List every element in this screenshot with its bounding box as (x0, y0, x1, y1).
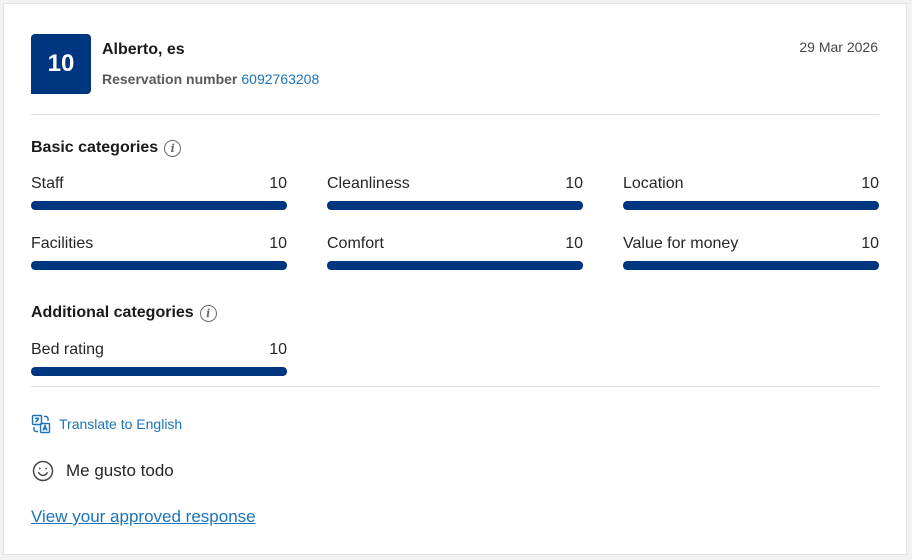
basic-categories-title: Basic categories i (31, 139, 182, 157)
category-bar (31, 261, 287, 270)
category-value: 10 (861, 235, 879, 252)
category-bed-rating: Bed rating 10 (31, 341, 287, 376)
reservation-info: Reservation number 6092763208 (102, 71, 319, 87)
category-staff: Staff 10 (31, 175, 287, 210)
review-comment: Me gusto todo (32, 460, 174, 482)
score-badge: 10 (31, 34, 91, 94)
review-card: 10 Alberto, es Reservation number 6092763… (3, 3, 907, 555)
translate-icon (31, 414, 51, 434)
category-bar-fill (31, 367, 287, 376)
category-location: Location 10 (623, 175, 879, 210)
category-bar (623, 261, 879, 270)
info-icon[interactable]: i (164, 139, 182, 157)
category-bar (327, 261, 583, 270)
category-label: Value for money (623, 235, 739, 252)
category-bar-fill (327, 201, 583, 210)
category-label: Cleanliness (327, 175, 410, 192)
category-bar-fill (31, 261, 287, 270)
category-bar-fill (327, 261, 583, 270)
category-value: 10 (565, 235, 583, 252)
comment-text: Me gusto todo (66, 461, 174, 480)
category-bar-fill (623, 201, 879, 210)
translate-button[interactable]: Translate to English (31, 414, 182, 434)
category-label: Bed rating (31, 341, 104, 358)
category-comfort: Comfort 10 (327, 235, 583, 270)
additional-categories-title: Additional categories i (31, 304, 217, 322)
reservation-label: Reservation number (102, 71, 238, 87)
category-label: Staff (31, 175, 64, 192)
category-bar-fill (31, 201, 287, 210)
categories-divider (31, 386, 879, 387)
category-bar (623, 201, 879, 210)
score-value: 10 (47, 50, 75, 77)
category-facilities: Facilities 10 (31, 235, 287, 270)
category-cleanliness: Cleanliness 10 (327, 175, 583, 210)
smiley-icon (32, 460, 54, 482)
category-label: Location (623, 175, 684, 192)
category-bar-fill (623, 261, 879, 270)
translate-label: Translate to English (59, 416, 183, 432)
category-value: 10 (565, 175, 583, 192)
header-divider (31, 114, 879, 115)
info-icon[interactable]: i (199, 304, 217, 322)
category-bar (31, 367, 287, 376)
view-response-link[interactable]: View your approved response (31, 507, 256, 527)
category-value: 10 (269, 235, 287, 252)
category-bar (31, 201, 287, 210)
category-label: Comfort (327, 235, 384, 252)
category-bar (327, 201, 583, 210)
reviewer-name: Alberto, es (102, 41, 185, 58)
category-value-for-money: Value for money 10 (623, 235, 879, 270)
category-label: Facilities (31, 235, 94, 252)
review-date: 29 Mar 2026 (799, 39, 878, 55)
category-value: 10 (861, 175, 879, 192)
category-value: 10 (269, 175, 287, 192)
reservation-number[interactable]: 6092763208 (241, 71, 319, 87)
category-value: 10 (269, 341, 287, 358)
